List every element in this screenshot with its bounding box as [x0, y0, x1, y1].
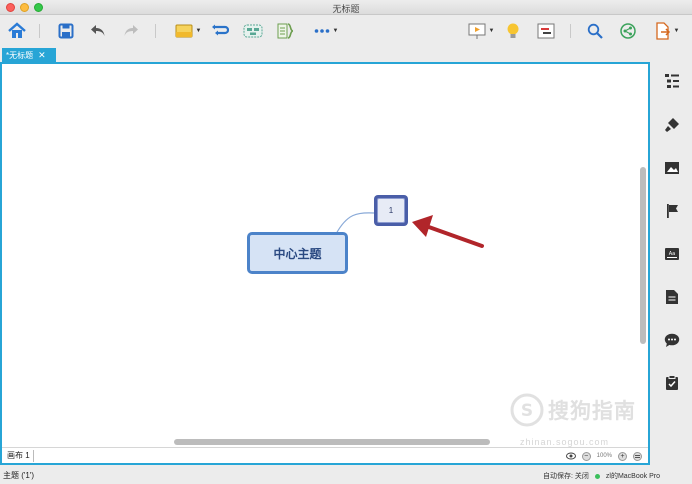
svg-text:Aa: Aa — [669, 251, 675, 257]
summary-icon[interactable] — [275, 21, 295, 41]
gantt-icon[interactable] — [535, 21, 557, 41]
watermark-logo: S 搜狗指南 — [510, 393, 636, 427]
svg-text:S: S — [521, 401, 533, 421]
watermark-text: 搜狗指南 — [548, 400, 636, 423]
zoom-in-button[interactable]: + — [618, 451, 627, 461]
autosave-status[interactable]: 自动保存: 关闭 — [543, 471, 589, 481]
zoom-level: 100% — [596, 453, 612, 459]
document-tab-bar: *无标题 ✕ — [0, 46, 692, 63]
redo-icon[interactable] — [121, 21, 141, 41]
toolbar: ▼ ▼ ▼ ▼ — [0, 16, 692, 46]
undo-icon[interactable] — [88, 21, 108, 41]
watermark-url: zhinan.sogou.com — [520, 437, 610, 447]
topic-icon[interactable]: ▼ — [171, 21, 205, 41]
sheet-tab[interactable]: 画布 1 — [4, 450, 34, 462]
status-right: 自动保存: 关闭 zl的MacBook Pro — [543, 471, 660, 481]
search-icon[interactable] — [585, 21, 605, 41]
right-panel-bar: Aa — [651, 62, 692, 465]
subtopic-node[interactable]: 1 — [374, 195, 408, 226]
comment-icon[interactable] — [663, 331, 681, 349]
central-topic[interactable]: 中心主题 — [247, 232, 348, 274]
zoom-out-button[interactable]: − — [581, 451, 591, 461]
label-icon[interactable]: Aa — [663, 245, 681, 263]
central-topic-label: 中心主题 — [273, 246, 322, 261]
sogou-logo-icon: S — [510, 393, 544, 427]
online-status-icon — [594, 473, 600, 479]
marker-flag-icon[interactable] — [663, 202, 681, 220]
title-bar: 无标题 — [0, 0, 692, 15]
vertical-scrollbar[interactable] — [640, 167, 646, 344]
subtopic-label: 1 — [377, 198, 405, 223]
tab-untitled[interactable]: *无标题 ✕ — [2, 48, 56, 63]
topic-connector — [335, 212, 375, 235]
export-icon[interactable]: ▼ — [650, 21, 684, 41]
outline-icon[interactable] — [663, 72, 681, 90]
device-name: zl的MacBook Pro — [605, 473, 660, 480]
window-title: 无标题 — [332, 4, 360, 14]
format-brush-icon[interactable] — [663, 116, 681, 134]
status-bar: 主题 ('1') 自动保存: 关闭 zl的MacBook Pro — [0, 465, 692, 484]
notes-icon[interactable] — [663, 288, 681, 306]
fit-map-icon[interactable] — [633, 451, 642, 461]
zoom-controls: − 100% + — [565, 450, 642, 462]
eye-icon[interactable] — [565, 452, 576, 460]
tab-label: *无标题 — [6, 51, 34, 60]
tab-close-icon[interactable]: ✕ — [38, 51, 46, 60]
relationship-icon[interactable] — [210, 21, 230, 41]
home-icon[interactable] — [6, 21, 28, 41]
presentation-icon[interactable]: ▼ — [464, 21, 498, 41]
mind-map-canvas[interactable]: 中心主题 1 — [2, 64, 648, 436]
callout-arrow — [412, 215, 484, 248]
share-icon[interactable] — [618, 21, 638, 41]
save-icon[interactable] — [56, 21, 76, 41]
brainstorm-icon[interactable] — [503, 21, 523, 41]
sheet-bar: 画布 1 − 100% + — [2, 447, 648, 463]
task-clipboard-icon[interactable] — [663, 374, 681, 392]
more-icon[interactable]: ▼ — [309, 21, 343, 41]
selection-status: 主题 ('1') — [3, 471, 35, 480]
horizontal-scrollbar[interactable] — [174, 439, 490, 445]
boundary-icon[interactable] — [242, 21, 264, 41]
image-icon[interactable] — [663, 159, 681, 177]
